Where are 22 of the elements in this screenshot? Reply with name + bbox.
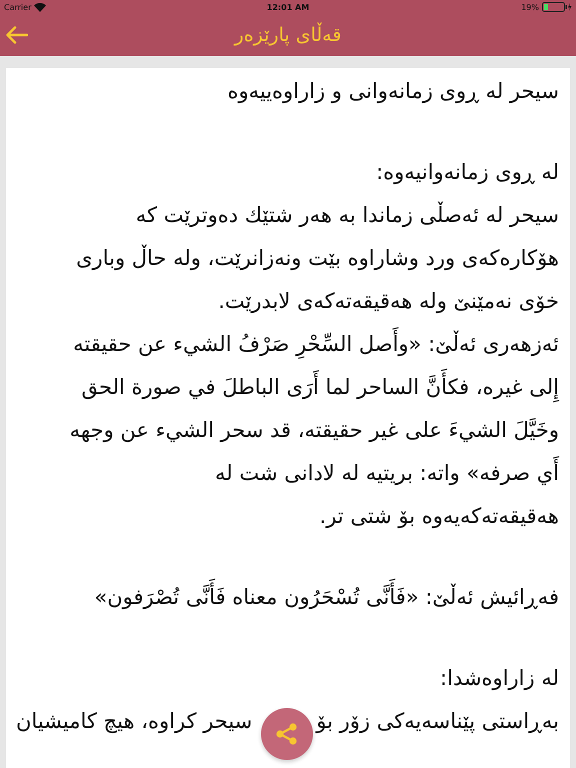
article-text: هۆکارەکەی ورد وشاراوە بێت ونەزانرێت، ولە حاڵ وباری <box>76 244 559 272</box>
article-text: لە زاراوەشدا: <box>440 665 559 692</box>
article-text: بەڕاستی پێناسەیەکی زۆر بۆ <box>316 708 559 736</box>
article-text: هەقیقەتەکەیەوە بۆ شتی تر. <box>320 503 559 530</box>
article-text: سیحر کراوە، هیچ کامیشیان <box>16 708 252 736</box>
nav-title: قەڵای پارێزەر <box>234 24 342 46</box>
article-text: فەڕائیش ئەڵێ: «فَأَنَّى تُسْحَرُون معناه فَأَنَّى تُصْرَفون» <box>94 538 559 619</box>
wifi-icon <box>34 2 46 12</box>
article-text: أَي صرفه» واتە: بریتیە لە لادانی شت لە <box>215 452 559 495</box>
back-button[interactable] <box>4 24 30 46</box>
carrier-label: Carrier <box>4 2 32 12</box>
article-text: لە ڕوی زمانەوانیەوە: <box>376 159 559 186</box>
article-text: ئەزهەری ئەڵێ: «وأَصل السِّحْرِ صَرْفُ الشيء عن حقيقته <box>73 323 559 366</box>
status-time: 12:01 AM <box>266 2 310 12</box>
article-text: سیحر لە ئەصڵی زماندا بە هەر شتێك دەوترێت کە <box>136 200 559 230</box>
article-text: إِلى غيره، فكأَنَّ الساحر لما أَرَى الباطلَ في صورة الحق <box>82 366 559 409</box>
back-arrow-icon <box>6 26 28 44</box>
article-text: خۆی نەمێنێ ولە هەقیقەتەکەی لابدرێت. <box>218 288 559 316</box>
battery-percent: 19% <box>521 2 539 12</box>
article-text: سیحر لە ڕوی زمانەوانی و زاراوەییەوە <box>227 78 559 106</box>
article-text: وخَيَّلَ الشيءَ على غير حقيقته، قد سحر الشيء عن وجهه <box>70 417 559 444</box>
battery-icon <box>542 2 572 12</box>
